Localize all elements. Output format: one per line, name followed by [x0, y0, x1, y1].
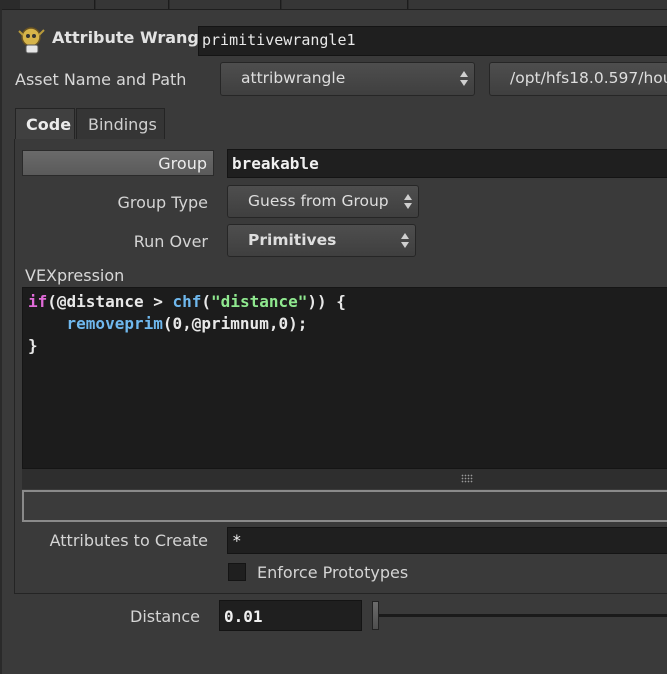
asset-path-value: /opt/hfs18.0.597/hou: [510, 69, 667, 87]
pane-tab[interactable]: [170, 0, 281, 9]
tab-bindings[interactable]: Bindings: [76, 108, 165, 139]
group-input[interactable]: breakable: [227, 149, 667, 178]
group-type-value: Guess from Group: [248, 192, 389, 210]
run-over-menu[interactable]: Primitives: [227, 224, 416, 257]
node-name-value: primitivewrangle1: [202, 31, 356, 49]
code-segment: (0,@primnum,0);: [162, 314, 308, 333]
code-segment: }: [28, 336, 38, 355]
node-type-label: Attribute Wrangle: [52, 28, 216, 47]
up-down-arrows-icon: [458, 69, 470, 89]
attributes-to-create-input[interactable]: *: [227, 527, 667, 554]
pane-tab-strip: [0, 0, 667, 10]
code-keyword: if: [28, 292, 48, 311]
wrangle-node-icon: [17, 25, 47, 55]
up-down-arrows-icon: [402, 192, 414, 212]
group-label: Group: [158, 154, 207, 173]
grip-icon[interactable]: [461, 474, 473, 483]
code-string: "distance": [211, 292, 308, 311]
editor-resize-bar[interactable]: [22, 469, 667, 489]
group-value: breakable: [232, 154, 319, 173]
run-over-value: Primitives: [248, 231, 337, 249]
code-function: chf: [172, 292, 202, 311]
enforce-prototypes-label: Enforce Prototypes: [257, 563, 409, 582]
pane-tab[interactable]: [409, 0, 667, 9]
distance-slider-handle[interactable]: [372, 601, 379, 630]
group-type-label: Group Type: [117, 193, 208, 212]
tab-code-label: Code: [26, 115, 72, 134]
asset-name-menu[interactable]: attribwrangle: [220, 62, 475, 96]
code-text: if(@distance > chf("distance")) { remove…: [28, 291, 346, 357]
pane-tab[interactable]: [20, 0, 95, 9]
up-down-arrows-icon: [399, 231, 411, 251]
asset-name-label: Asset Name and Path: [15, 70, 187, 89]
code-segment: (@distance >: [47, 292, 173, 311]
vex-code-editor[interactable]: if(@distance > chf("distance")) { remove…: [22, 287, 667, 469]
group-type-menu[interactable]: Guess from Group: [227, 185, 419, 218]
pane-tab[interactable]: [282, 0, 408, 9]
distance-slider-track[interactable]: [377, 614, 667, 617]
tab-code[interactable]: Code: [15, 108, 75, 139]
distance-value: 0.01: [224, 607, 263, 626]
group-select-button[interactable]: Group: [22, 150, 214, 176]
pane-tab[interactable]: [96, 0, 169, 9]
enforce-prototypes-checkbox[interactable]: [228, 563, 246, 581]
code-function: removeprim: [66, 314, 163, 333]
node-name-input[interactable]: primitivewrangle1: [198, 26, 667, 56]
asset-name-value: attribwrangle: [241, 69, 346, 87]
distance-label: Distance: [130, 607, 200, 626]
distance-input[interactable]: 0.01: [219, 600, 362, 631]
code-segment: )) {: [307, 292, 346, 311]
vex-message-strip: [22, 490, 667, 522]
asset-path-menu[interactable]: /opt/hfs18.0.597/hou: [489, 62, 667, 96]
code-segment: (: [201, 292, 212, 311]
tab-bindings-label: Bindings: [88, 115, 157, 134]
attributes-to-create-label: Attributes to Create: [49, 531, 208, 550]
attributes-to-create-value: *: [232, 531, 242, 550]
left-border: [0, 9, 2, 674]
run-over-label: Run Over: [133, 232, 208, 251]
vexpression-label: VEXpression: [25, 266, 125, 285]
